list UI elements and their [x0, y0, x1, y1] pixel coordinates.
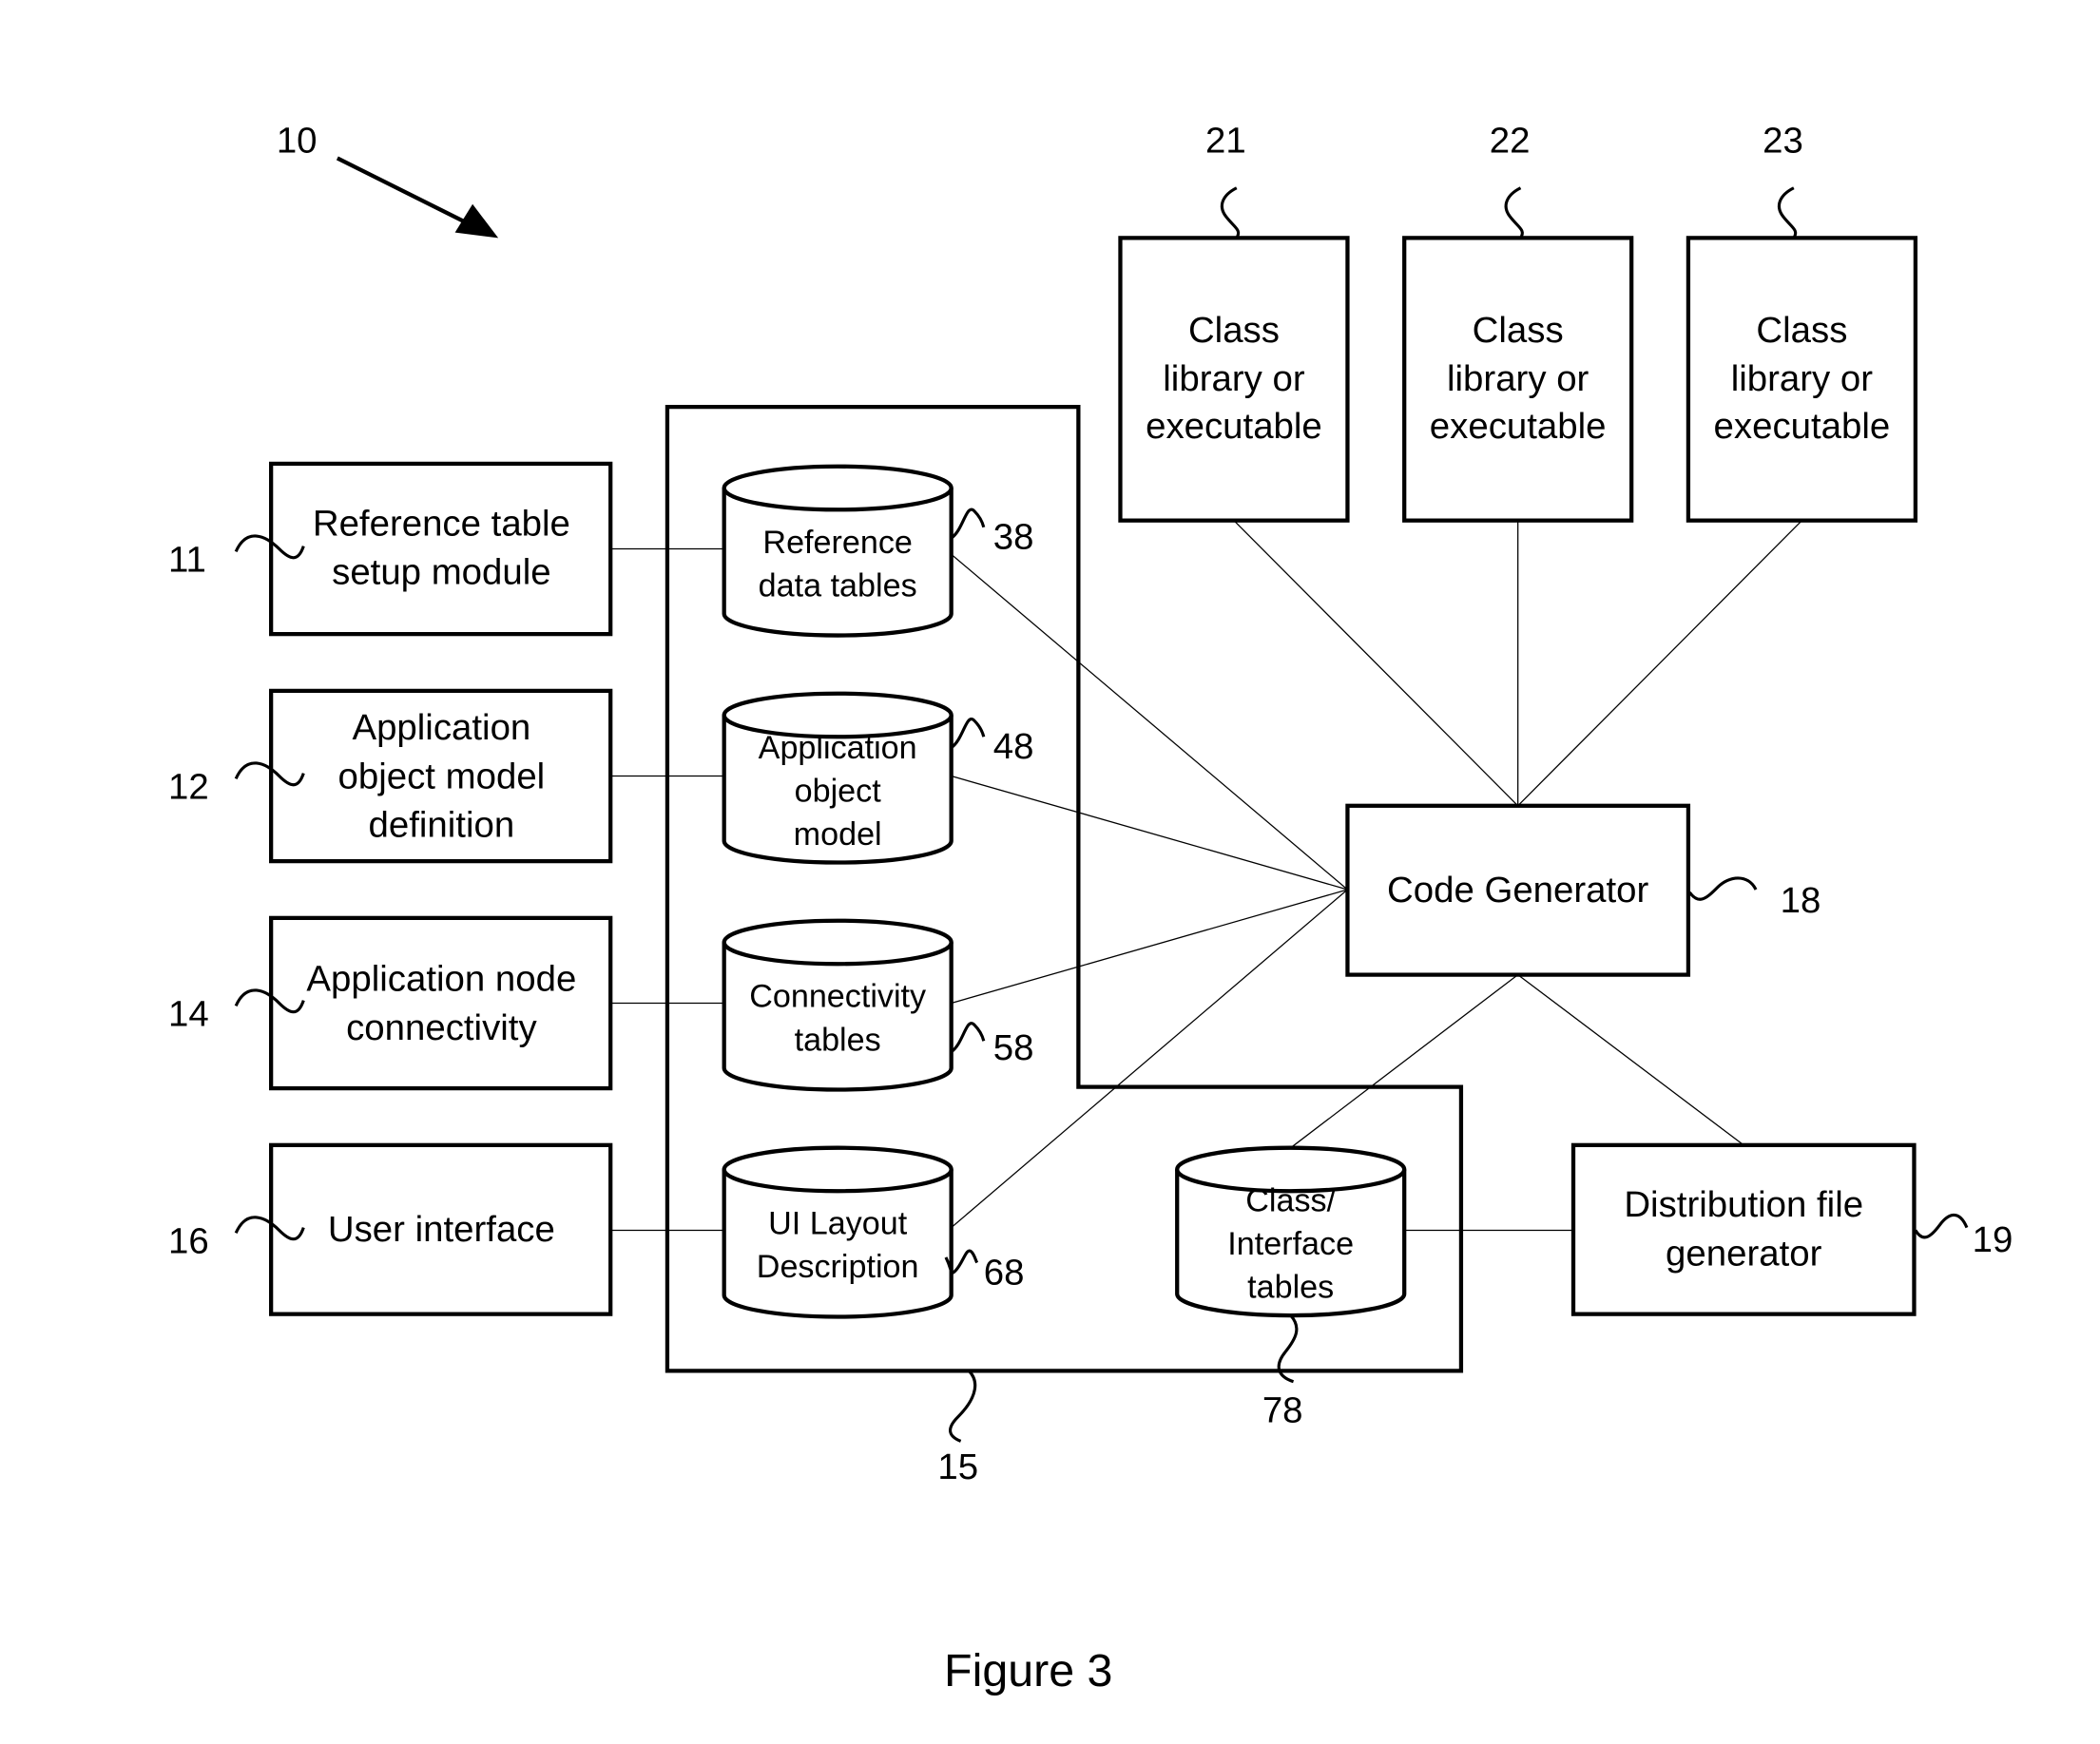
link-38-18 — [951, 553, 1348, 891]
input-module-11-ref: 11 — [168, 540, 206, 581]
data-store-38-line-1: Reference — [762, 525, 912, 561]
system-ref-arrow — [336, 156, 499, 239]
output-library-21: Class library or executable 21 — [1118, 121, 1350, 523]
data-store-78-line-2: Interface — [1227, 1226, 1354, 1262]
data-store-38-ref: 38 — [993, 517, 1034, 558]
input-module-16: User interface 16 — [168, 1142, 613, 1316]
output-library-22-ref: 22 — [1490, 121, 1531, 162]
code-generator-ref: 18 — [1781, 880, 1821, 921]
data-store-68: UI Layout Description 68 — [722, 1145, 1025, 1319]
data-store-48-ref: 48 — [993, 726, 1034, 767]
input-module-12-line-2: object model — [338, 756, 546, 796]
figure-3-diagram: 10 15 Reference table setup module 11 Ap… — [168, 121, 2013, 1696]
link-18-19 — [1517, 974, 1744, 1146]
output-library-22-line-3: executable — [1430, 406, 1607, 447]
data-store-48: Application object model 48 — [722, 691, 1034, 865]
link-58-18 — [951, 889, 1348, 1005]
data-store-78-ref: 78 — [1262, 1389, 1303, 1430]
code-generator: Code Generator 18 — [1345, 803, 1821, 977]
output-library-22-line-1: Class — [1473, 310, 1564, 351]
output-library-23-ref: 23 — [1763, 121, 1803, 162]
input-module-14-ref: 14 — [168, 994, 209, 1035]
input-module-12-ref: 12 — [168, 767, 209, 808]
distribution-file-generator: Distribution file generator 19 — [1570, 1142, 2013, 1316]
repository-ref-leader — [949, 1370, 977, 1443]
output-library-23-line-3: executable — [1714, 406, 1891, 447]
figure-caption: Figure 3 — [944, 1645, 1112, 1696]
input-module-11-line-1: Reference table — [313, 503, 570, 544]
output-library-21-ref: 21 — [1205, 121, 1246, 162]
input-module-16-ref: 16 — [168, 1221, 209, 1262]
data-store-58-ref: 58 — [993, 1027, 1034, 1068]
output-library-21-line-1: Class — [1188, 310, 1280, 351]
data-store-68-line-2: Description — [757, 1249, 919, 1285]
data-store-38: Reference data tables 38 — [722, 464, 1034, 638]
output-library-23-line-2: library or — [1731, 358, 1874, 399]
data-store-78-line-1: Class/ — [1245, 1183, 1336, 1219]
input-module-14: Application node connectivity 14 — [168, 915, 613, 1091]
link-18-78 — [1290, 974, 1519, 1149]
output-library-23: Class library or executable 23 — [1686, 121, 1918, 523]
data-store-78-line-3: tables — [1247, 1270, 1334, 1306]
data-store-58-line-1: Connectivity — [749, 979, 926, 1015]
input-module-12: Application object model definition 12 — [168, 688, 613, 864]
data-store-58: Connectivity tables 58 — [722, 918, 1034, 1092]
output-library-22-line-2: library or — [1447, 358, 1589, 399]
distribution-ref: 19 — [1973, 1219, 2013, 1260]
output-library-21-line-2: library or — [1163, 358, 1305, 399]
output-library-21-line-3: executable — [1146, 406, 1322, 447]
data-store-38-line-2: data tables — [759, 567, 917, 604]
input-module-11: Reference table setup module 11 — [168, 461, 613, 637]
repository-ref-label: 15 — [937, 1447, 978, 1487]
data-store-48-line-1: Application — [759, 730, 917, 766]
input-module-16-line-1: User interface — [328, 1209, 555, 1250]
input-module-14-line-2: connectivity — [346, 1007, 537, 1048]
link-23-18 — [1517, 520, 1802, 807]
output-library-23-line-1: Class — [1756, 310, 1847, 351]
data-store-78: Class/ Interface tables 78 — [1175, 1145, 1407, 1430]
input-module-11-line-2: setup module — [332, 552, 551, 593]
data-store-68-line-1: UI Layout — [768, 1206, 908, 1242]
code-generator-label: Code Generator — [1387, 870, 1649, 910]
data-store-48-line-2: object — [795, 774, 882, 810]
input-module-14-line-1: Application node — [306, 959, 576, 1000]
data-store-58-line-2: tables — [795, 1022, 881, 1058]
input-module-12-line-1: Application — [352, 707, 530, 748]
system-ref-label: 10 — [277, 121, 318, 162]
input-module-12-line-3: definition — [369, 805, 515, 846]
link-48-18 — [951, 775, 1348, 891]
output-library-22: Class library or executable 22 — [1402, 121, 1634, 523]
link-21-18 — [1233, 520, 1519, 807]
data-store-48-line-3: model — [794, 816, 882, 853]
distribution-line-1: Distribution file — [1624, 1184, 1863, 1225]
distribution-line-2: generator — [1666, 1233, 1822, 1274]
data-store-68-ref: 68 — [984, 1252, 1025, 1293]
